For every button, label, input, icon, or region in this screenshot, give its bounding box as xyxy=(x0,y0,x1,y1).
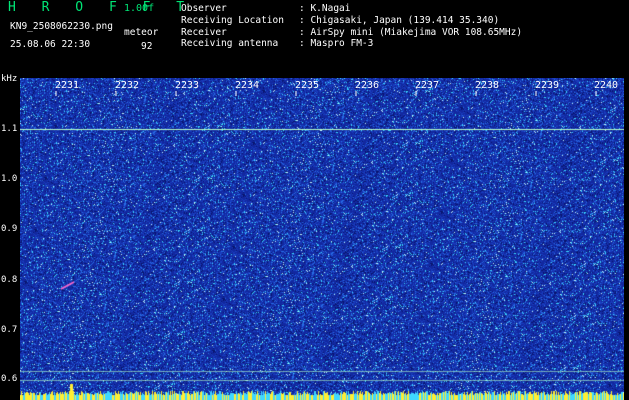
header-panel: H R O F F T 1.00f KN9_2508062230.png 25.… xyxy=(0,0,629,76)
waterfall-spectrogram xyxy=(20,78,624,400)
x-label-2235: 2235 xyxy=(295,80,320,91)
app-brand: H R O F F T xyxy=(8,0,194,15)
info-key: Observer xyxy=(181,3,227,14)
file-name: KN9_2508062230.png xyxy=(10,21,113,32)
info-value: : K.Nagai xyxy=(299,3,351,14)
capture-datetime: 25.08.06 22:30 xyxy=(10,39,91,50)
x-label-2232: 2232 xyxy=(115,80,140,91)
app-version: 1.00f xyxy=(124,3,155,14)
y-label-0.9: 0.9 xyxy=(1,224,18,234)
info-value: : AirSpy mini (Miakejima VOR 108.65MHz) xyxy=(299,26,523,38)
y-label-1.0: 1.0 xyxy=(1,174,18,184)
x-label-2231: 2231 xyxy=(55,80,80,91)
y-label-0.6: 0.6 xyxy=(1,374,18,384)
info-row-antenna: Receiving antenna : Maspro FM-3 xyxy=(181,38,522,50)
x-label-2239: 2239 xyxy=(535,80,560,91)
info-key: Receiving antenna xyxy=(181,38,279,50)
y-label-1.1: 1.1 xyxy=(1,124,18,134)
x-label-2233: 2233 xyxy=(175,80,200,91)
station-info: Observer : K.Nagai Receiving Location : Ch… xyxy=(181,3,522,50)
x-label-2238: 2238 xyxy=(475,80,500,91)
y-label-0.7: 0.7 xyxy=(1,325,18,335)
info-row-observer: Observer : K.Nagai xyxy=(181,3,522,15)
info-row-location: Receiving Location : Chigasaki, Japan (13… xyxy=(181,15,522,27)
info-value: : Maspro FM-3 xyxy=(299,38,374,50)
meteor-count: 92 xyxy=(141,41,153,52)
info-row-receiver: Receiver : AirSpy mini (Miakejima VOR 108… xyxy=(181,27,522,39)
info-value: : Chigasaki, Japan (139.414 35.340) xyxy=(299,14,500,26)
x-label-2236: 2236 xyxy=(355,80,380,91)
x-label-2234: 2234 xyxy=(235,80,260,91)
info-key: Receiver xyxy=(181,26,227,38)
meteor-label: meteor xyxy=(124,27,159,38)
x-label-2240: 2240 xyxy=(594,80,619,91)
info-key: Receiving Location xyxy=(181,14,284,26)
y-label-0.8: 0.8 xyxy=(1,275,18,285)
y-axis-unit: kHz xyxy=(1,74,18,84)
x-label-2237: 2237 xyxy=(415,80,440,91)
